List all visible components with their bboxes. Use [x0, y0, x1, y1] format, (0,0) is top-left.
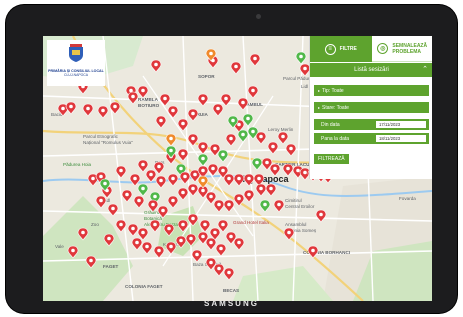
front-camera [256, 14, 261, 19]
status-filter-label: Stare: Toate [322, 104, 349, 111]
report-icon: ◎ [377, 43, 389, 54]
chevron-up-icon: ⌃ [422, 66, 428, 73]
map-label-lidl: Lidl [301, 84, 308, 89]
caret-right-icon: ▸ [318, 88, 321, 93]
list-title: Listă sesizări [354, 67, 389, 73]
map-label-vale: Vale [55, 244, 64, 249]
type-filter-dropdown[interactable]: ▸ Tip: Toate [314, 85, 429, 96]
map-label-hoia: Pădurea Hoia [63, 162, 92, 167]
app-screen: Baciu RAMBLA BOTIURO Parcul Etnografic N… [43, 36, 432, 301]
map-label-rambla: RAMBLA [138, 97, 159, 102]
map-label-faget: FAGET [103, 264, 119, 269]
filter-icon: ≡ [324, 43, 336, 55]
from-date-input[interactable]: 17/11/2023 [376, 121, 426, 128]
caret-right-icon: ▸ [318, 105, 321, 110]
map-label-cimitirul-2: Central Eroilor [285, 204, 315, 209]
to-date-row: Pana la data 18/11/2023 [314, 133, 429, 144]
from-date-label: Din data [321, 121, 340, 128]
tab-filters-label: FILTRE [339, 46, 357, 52]
list-toggle[interactable]: Listă sesizări ⌃ [310, 63, 432, 77]
tablet-frame: SAMSUNG Baciu RAMBLA BOTIURO Parcul Etno… [6, 5, 457, 313]
city-hall-logo: PRIMĂRIA ȘI CONSILIUL LOCAL CLUJ-NAPOCA [47, 40, 105, 86]
to-date-input[interactable]: 18/11/2023 [376, 135, 426, 142]
to-date-label: Pana la data [321, 135, 350, 142]
org-name-line2: CLUJ-NAPOCA [64, 73, 88, 78]
panel-tabs: ≡ FILTRE ◎ SEMNALEAZĂ PROBLEMA [310, 36, 432, 62]
map-label-leroy: Leroy Merlin [268, 127, 294, 132]
map-label-zoo: Zoo [91, 222, 99, 227]
filter-form: ▸ Tip: Toate ▸ Stare: Toate Din data 17/… [310, 77, 432, 165]
tab-report-problem[interactable]: ◎ SEMNALEAZĂ PROBLEMA [371, 36, 432, 62]
tab-report-label: SEMNALEAZĂ PROBLEMA [392, 43, 427, 55]
type-filter-label: Tip: Toate [322, 87, 344, 94]
map-label-fovarda: Fovarda [399, 196, 416, 201]
city-crest-icon [69, 44, 83, 62]
map-label-grand-hotel: Grand Hotel Italia [233, 220, 269, 225]
map-label-colonia-faget: COLONIA FAGET [125, 284, 163, 289]
filter-button[interactable]: FILTREAZĂ [314, 154, 349, 164]
from-date-row: Din data 17/11/2023 [314, 119, 429, 130]
map-label-national: Național "Romulus Vuia" [83, 140, 133, 145]
map-label-becas: BECAS [223, 288, 239, 293]
map-label-sopor: SOPOR [198, 74, 215, 79]
map-label-parcul: Parcul Etnografic [83, 134, 119, 139]
map-label-ansamblul-1: Ansamblul [285, 222, 306, 227]
tab-filters[interactable]: ≡ FILTRE [310, 36, 372, 62]
filter-panel: ≡ FILTRE ◎ SEMNALEAZĂ PROBLEMA Listă ses… [309, 36, 432, 179]
tab-report-label-line2: PROBLEMA [392, 48, 421, 55]
map-label-botiuro: BOTIURO [138, 103, 160, 108]
status-filter-dropdown[interactable]: ▸ Stare: Toate [314, 102, 429, 113]
map-label-cimitirul-1: Cimitirul [285, 198, 302, 203]
